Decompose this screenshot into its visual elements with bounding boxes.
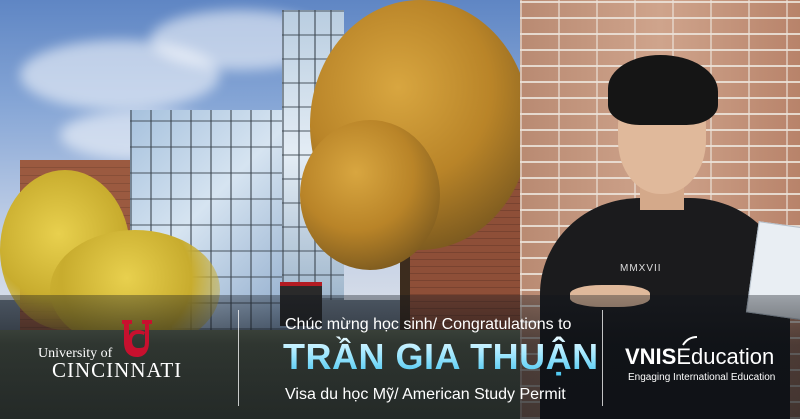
student-name: TRẦN GIA THUẬN: [283, 336, 599, 377]
vnis-tagline: Engaging International Education: [628, 372, 776, 383]
university-name: CINCINNATI: [52, 358, 183, 382]
vnis-brand-rest: Education: [676, 344, 775, 369]
vnis-brand-bold: VNIS: [625, 344, 677, 369]
vnis-brand: VNISEducation: [625, 344, 774, 370]
uc-logo-icon: [122, 320, 152, 357]
congratulations-text: Chúc mừng học sinh/ Congratulations to: [285, 316, 572, 333]
divider-right: [602, 310, 603, 406]
autumn-tree: [300, 120, 440, 270]
shirt-print: MMXVII: [620, 263, 662, 274]
divider-left: [238, 310, 239, 406]
person-hair: [608, 55, 718, 125]
visa-text: Visa du học Mỹ/ American Study Permit: [285, 386, 566, 403]
